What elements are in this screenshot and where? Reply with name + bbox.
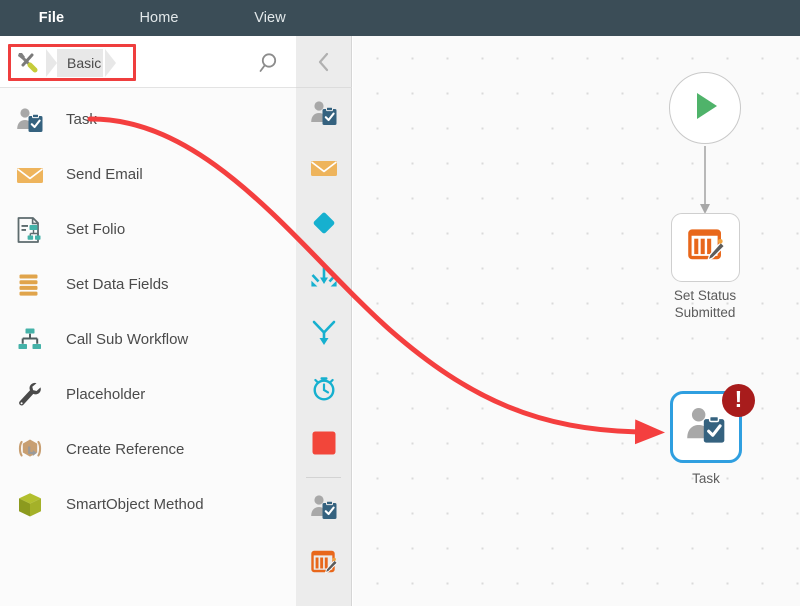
task-node-label: Task [692, 471, 720, 486]
set-status-icon [685, 224, 727, 271]
palette-item-label: Set Data Fields [66, 276, 169, 293]
task-icon [309, 98, 339, 133]
envelope-icon [13, 158, 47, 192]
start-node[interactable] [669, 72, 741, 144]
strip-item-merge[interactable] [296, 253, 352, 308]
menu-item-view[interactable]: View [215, 0, 325, 36]
strip-item-split[interactable] [296, 308, 352, 363]
palette-item-set-folio[interactable]: Set Folio [0, 202, 296, 257]
task-icon [684, 403, 728, 452]
palette-item-set-data-fields[interactable]: Set Data Fields [0, 257, 296, 312]
search-icon[interactable] [256, 50, 282, 76]
strip-item-decision[interactable] [296, 198, 352, 253]
palette-item-label: SmartObject Method [66, 496, 204, 513]
tools-icon [16, 49, 44, 77]
play-triangle-icon [685, 86, 725, 131]
palette-item-smartobject-method[interactable]: SmartObject Method [0, 477, 296, 532]
strip-item-set-status[interactable] [296, 537, 352, 592]
strip-item-task[interactable] [296, 88, 352, 143]
menu-item-home[interactable]: Home [103, 0, 215, 36]
error-badge[interactable]: ! [722, 384, 755, 417]
strip-item-task-2[interactable] [296, 482, 352, 537]
task-icon [13, 103, 47, 137]
set-status-label-line1: Set Status [673, 288, 737, 303]
set-status-icon [309, 547, 339, 582]
error-badge-text: ! [734, 386, 743, 412]
breadcrumb[interactable]: Basic [16, 49, 117, 77]
palette-item-task[interactable]: Task [0, 92, 296, 147]
palette-item-label: Placeholder [66, 386, 146, 403]
call-sub-workflow-icon [13, 323, 47, 357]
palette-item-create-reference[interactable]: Create Reference [0, 422, 296, 477]
palette-item-label: Call Sub Workflow [66, 331, 189, 348]
task-icon [309, 492, 339, 527]
menu-item-file[interactable]: File [0, 0, 103, 36]
palette-item-send-email[interactable]: Send Email [0, 147, 296, 202]
set-status-node-label: Set Status Submitted [625, 287, 785, 321]
merge-arrows-icon [309, 263, 339, 298]
wrench-icon [13, 378, 47, 412]
strip-divider [306, 477, 341, 478]
palette-item-label: Send Email [66, 166, 143, 183]
breadcrumb-current[interactable]: Basic [57, 49, 104, 77]
strip-item-send-email[interactable] [296, 143, 352, 198]
create-reference-icon [13, 433, 47, 467]
smartobject-cube-icon [13, 488, 47, 522]
set-status-node[interactable] [671, 213, 740, 282]
palette-item-call-sub-workflow[interactable]: Call Sub Workflow [0, 312, 296, 367]
breadcrumb-separator-2 [105, 49, 117, 77]
set-status-label-line2: Submitted [674, 305, 736, 320]
chevron-left-icon[interactable] [296, 36, 352, 88]
palette-item-label: Task [66, 111, 97, 128]
workflow-canvas[interactable]: Set Status Submitted ! Task [353, 36, 800, 606]
strip-item-timer[interactable] [296, 363, 352, 418]
breadcrumb-bar: Basic [0, 36, 296, 88]
breadcrumb-separator-1 [46, 49, 57, 77]
palette-item-label: Create Reference [66, 441, 185, 458]
set-folio-icon [13, 213, 47, 247]
icon-strip [296, 36, 352, 606]
envelope-icon [309, 153, 339, 188]
diamond-decision-icon [309, 208, 339, 243]
set-data-fields-icon [13, 268, 47, 302]
menu-bar: File Home View [0, 0, 800, 36]
split-arrow-icon [309, 318, 339, 353]
strip-item-stop[interactable] [296, 418, 352, 473]
palette-item-list: Task Send Email Set Folio Set Data Field… [0, 88, 296, 606]
stop-square-icon [309, 428, 339, 463]
application-window: File Home View Basic Task Send Email Set… [0, 0, 800, 606]
timer-clock-icon [309, 373, 339, 408]
palette-item-placeholder[interactable]: Placeholder [0, 367, 296, 422]
tool-palette-panel: Basic Task Send Email Set Folio Set Data… [0, 36, 296, 606]
palette-item-label: Set Folio [66, 221, 126, 238]
